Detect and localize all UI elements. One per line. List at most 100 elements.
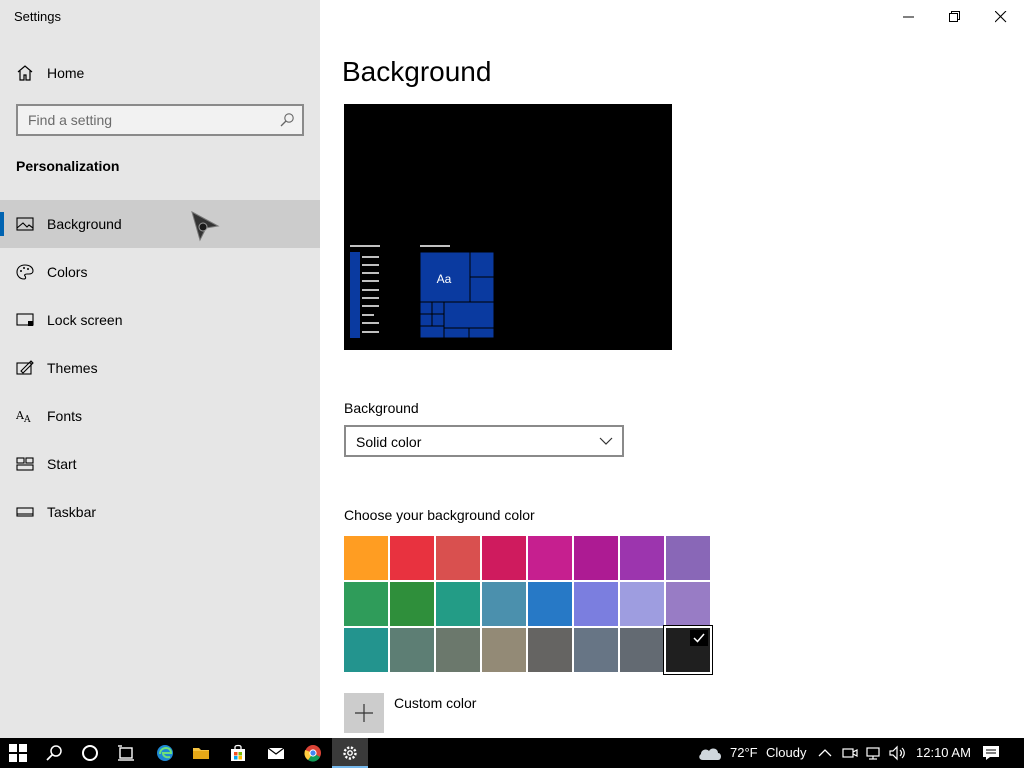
sidebar-item-label: Fonts bbox=[47, 408, 83, 424]
taskbar-icon bbox=[16, 507, 34, 517]
color-swatch[interactable] bbox=[344, 536, 388, 580]
color-swatch-grid bbox=[344, 536, 712, 676]
custom-color-button[interactable] bbox=[344, 693, 384, 733]
chevron-up-icon[interactable] bbox=[818, 747, 832, 759]
desktop-preview: Aa bbox=[344, 104, 672, 350]
color-swatch[interactable] bbox=[620, 536, 664, 580]
home-link[interactable]: Home bbox=[0, 58, 320, 88]
background-type-label: Background bbox=[344, 400, 419, 416]
sidebar-item-label: Taskbar bbox=[47, 504, 97, 520]
notification-center-icon[interactable] bbox=[982, 745, 1000, 761]
restore-button[interactable] bbox=[932, 2, 978, 32]
color-swatch[interactable] bbox=[574, 628, 618, 672]
minimize-icon bbox=[903, 16, 914, 18]
sidebar-item-background[interactable]: Background bbox=[0, 200, 320, 248]
sidebar-item-label: Lock screen bbox=[47, 312, 123, 328]
color-swatch[interactable] bbox=[436, 628, 480, 672]
preview-graphic: Aa bbox=[350, 245, 495, 339]
task-view-icon bbox=[118, 745, 134, 761]
sidebar-item-label: Start bbox=[47, 456, 77, 472]
chevron-down-icon bbox=[599, 437, 613, 445]
chrome-button[interactable] bbox=[295, 738, 331, 768]
custom-color-label[interactable]: Custom color bbox=[394, 695, 476, 711]
file-explorer-button[interactable] bbox=[183, 738, 219, 768]
color-swatch[interactable] bbox=[390, 628, 434, 672]
minimize-button[interactable] bbox=[886, 2, 932, 32]
fonts-icon: A A bbox=[16, 409, 31, 424]
preview-tile-text: Aa bbox=[437, 272, 452, 286]
network-icon[interactable] bbox=[865, 745, 883, 761]
color-swatch[interactable] bbox=[620, 582, 664, 626]
search-icon bbox=[280, 113, 294, 127]
edge-icon bbox=[157, 745, 173, 761]
search-input[interactable]: Find a setting bbox=[16, 104, 304, 136]
background-color-label: Choose your background color bbox=[344, 507, 535, 523]
gear-icon bbox=[343, 746, 357, 760]
windows-logo-icon bbox=[9, 744, 27, 762]
color-swatch[interactable] bbox=[574, 536, 618, 580]
color-swatch[interactable] bbox=[666, 582, 710, 626]
sidebar-item-fonts[interactable]: A A Fonts bbox=[0, 392, 320, 440]
mouse-cursor-icon bbox=[191, 210, 220, 242]
color-swatch[interactable] bbox=[344, 628, 388, 672]
edge-browser-button[interactable] bbox=[147, 738, 183, 768]
chrome-icon bbox=[304, 745, 321, 762]
sidebar: Settings Home Find a setting Personaliza… bbox=[0, 0, 320, 738]
color-swatch[interactable] bbox=[436, 536, 480, 580]
clock-time[interactable]: 12:10 AM bbox=[916, 745, 971, 760]
task-view-button[interactable] bbox=[108, 738, 144, 768]
home-label: Home bbox=[47, 65, 85, 81]
color-swatch[interactable] bbox=[528, 582, 572, 626]
picture-icon bbox=[16, 217, 34, 231]
background-type-value: Solid color bbox=[356, 434, 422, 450]
start-button[interactable] bbox=[0, 738, 36, 768]
weather-temperature[interactable]: 72°F bbox=[730, 745, 758, 760]
color-swatch[interactable] bbox=[574, 582, 618, 626]
plus-icon bbox=[355, 704, 373, 722]
color-swatch[interactable] bbox=[666, 536, 710, 580]
meet-now-icon[interactable] bbox=[842, 745, 858, 761]
color-swatch[interactable] bbox=[528, 628, 572, 672]
sidebar-item-start[interactable]: Start bbox=[0, 440, 320, 488]
checkmark-icon bbox=[690, 630, 708, 646]
cortana-button[interactable] bbox=[72, 738, 108, 768]
sidebar-item-label: Colors bbox=[47, 264, 88, 280]
color-swatch[interactable] bbox=[664, 626, 712, 674]
color-swatch[interactable] bbox=[482, 536, 526, 580]
color-swatch[interactable] bbox=[482, 582, 526, 626]
sidebar-item-label: Background bbox=[47, 216, 122, 232]
cloud-icon bbox=[699, 748, 721, 760]
svg-text:A: A bbox=[23, 415, 31, 424]
themes-icon bbox=[16, 360, 34, 375]
mail-icon bbox=[267, 747, 285, 759]
restore-icon bbox=[949, 11, 960, 22]
volume-icon[interactable] bbox=[889, 745, 907, 761]
sidebar-item-themes[interactable]: Themes bbox=[0, 344, 320, 392]
mail-button[interactable] bbox=[258, 738, 294, 768]
search-placeholder: Find a setting bbox=[28, 112, 113, 128]
search-icon bbox=[46, 745, 62, 761]
color-swatch[interactable] bbox=[390, 582, 434, 626]
sidebar-item-label: Themes bbox=[47, 360, 98, 376]
cortana-icon bbox=[82, 745, 98, 761]
close-icon bbox=[995, 11, 1007, 23]
weather-condition[interactable]: Cloudy bbox=[766, 745, 806, 760]
color-swatch[interactable] bbox=[436, 582, 480, 626]
settings-taskbar-button[interactable] bbox=[332, 738, 368, 768]
start-icon bbox=[16, 457, 34, 471]
color-swatch[interactable] bbox=[528, 536, 572, 580]
store-button[interactable] bbox=[220, 738, 256, 768]
color-swatch[interactable] bbox=[390, 536, 434, 580]
color-swatch[interactable] bbox=[344, 582, 388, 626]
folder-icon bbox=[193, 748, 209, 759]
color-swatch[interactable] bbox=[620, 628, 664, 672]
sidebar-item-taskbar[interactable]: Taskbar bbox=[0, 488, 320, 536]
page-title: Background bbox=[342, 56, 492, 87]
close-button[interactable] bbox=[978, 2, 1024, 32]
color-swatch[interactable] bbox=[482, 628, 526, 672]
background-type-dropdown[interactable]: Solid color bbox=[344, 425, 624, 457]
sidebar-item-colors[interactable]: Colors bbox=[0, 248, 320, 296]
lock-screen-icon bbox=[16, 313, 34, 326]
taskbar-search-button[interactable] bbox=[36, 738, 72, 768]
sidebar-item-lock-screen[interactable]: Lock screen bbox=[0, 296, 320, 344]
